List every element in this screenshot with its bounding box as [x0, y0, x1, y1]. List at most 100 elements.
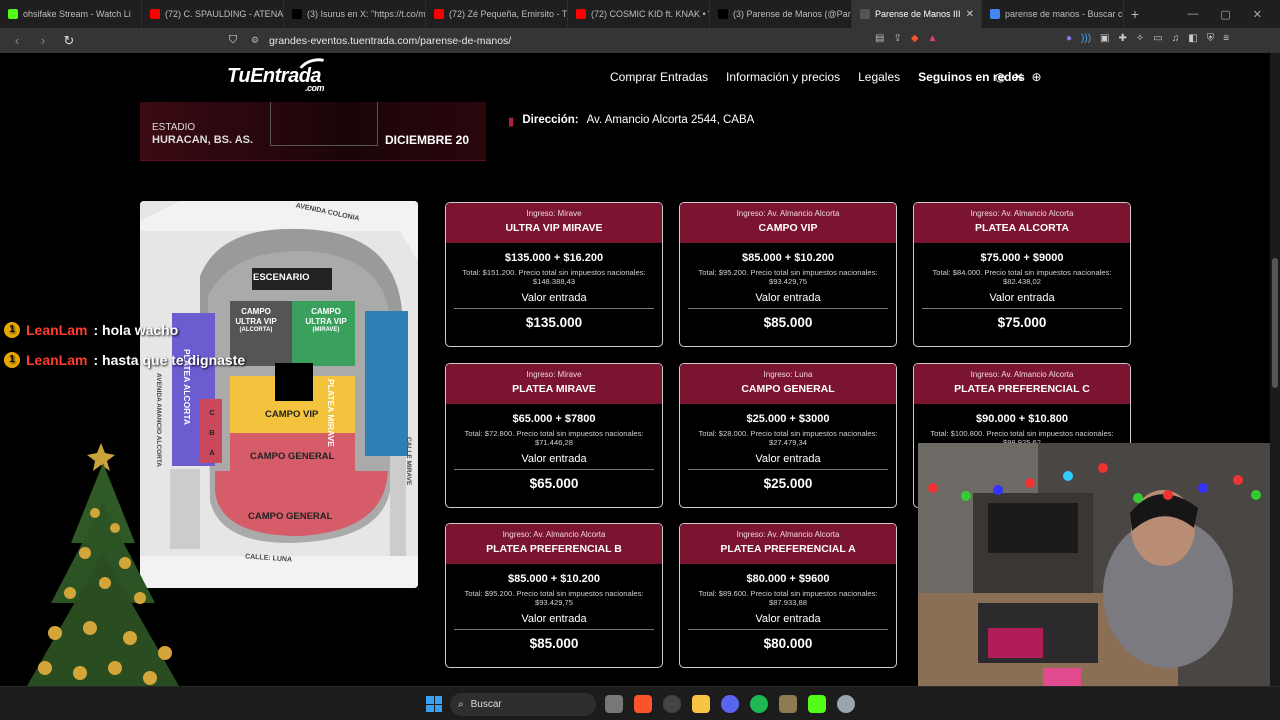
wallet-icon[interactable]: ▭ — [1153, 33, 1162, 44]
ticket-entrance: Ingreso: Av. Almancio Alcorta — [970, 209, 1074, 218]
menu-icon[interactable]: ≡ — [1223, 33, 1229, 44]
globe-icon[interactable]: ⊕ — [1032, 70, 1042, 84]
address-info: ▮ Dirección: Av. Amancio Alcorta 2544, C… — [508, 114, 754, 128]
tab-title: Parense de Manos III — [875, 9, 961, 19]
browser-tab[interactable]: ohsifake Stream - Watch Li — [0, 0, 142, 28]
puzzle-icon[interactable]: ✚ — [1119, 33, 1127, 44]
new-tab-button[interactable]: + — [1124, 6, 1146, 22]
tab-title: (3) Parense de Manos (@Pare — [733, 9, 852, 19]
browser-tab[interactable]: (3) Parense de Manos (@Pare — [710, 0, 852, 28]
webcam-scene — [918, 443, 1270, 686]
map-campo-vip[interactable]: CAMPO VIP — [265, 409, 318, 420]
map-platea-mirave[interactable]: PLATEA MIRAVE — [326, 379, 336, 447]
music-icon[interactable]: ♫ — [1172, 33, 1180, 44]
ticket-total: Total: $89.600. Precio total sin impuest… — [698, 589, 878, 608]
ticket-card[interactable]: Ingreso: Av. Almancio Alcorta PLATEA PREF… — [679, 523, 897, 668]
ticket-card-header: Ingreso: Av. Almancio Alcorta PLATEA ALCO… — [914, 203, 1130, 243]
scrollbar-thumb[interactable] — [1272, 258, 1278, 388]
forward-icon[interactable]: › — [36, 33, 50, 48]
x-twitter-icon[interactable]: ✕ — [1013, 70, 1023, 84]
reload-icon[interactable]: ↻ — [62, 33, 76, 49]
close-tab-icon[interactable]: ✕ — [966, 9, 974, 20]
ticket-total: Total: $151.200. Precio total sin impues… — [462, 268, 646, 287]
ticket-value-price: $65.000 — [529, 475, 579, 491]
nav-comprar-entradas[interactable]: Comprar Entradas — [610, 70, 708, 84]
ticket-card-header: Ingreso: Av. Almancio Alcorta CAMPO VIP — [680, 203, 896, 243]
page-scrollbar[interactable] — [1270, 53, 1280, 686]
url-field[interactable]: ⚙ grandes-eventos.tuentrada.com/parense-… — [243, 31, 963, 50]
ticket-card[interactable]: Ingreso: Av. Almancio Alcorta PLATEA PREF… — [445, 523, 663, 668]
leo-icon[interactable]: ✧ — [1136, 33, 1144, 44]
windows-start-icon[interactable] — [426, 696, 442, 712]
ticket-total: Total: $95.200. Precio total sin impuest… — [698, 268, 878, 287]
sidebar-icon[interactable]: ◧ — [1188, 33, 1197, 44]
brave-shield-icon[interactable]: ◆ — [911, 33, 919, 44]
vpn-icon[interactable]: ⛨ — [1207, 33, 1215, 44]
browser-tab[interactable]: parense de manos - Buscar co — [982, 0, 1124, 28]
maximize-icon[interactable]: ▢ — [1220, 8, 1230, 21]
discord-icon[interactable] — [721, 695, 739, 713]
label-line: (MIRAVE) — [312, 327, 340, 333]
task-view-icon[interactable] — [605, 695, 623, 713]
obs-icon[interactable] — [663, 695, 681, 713]
brave-icon[interactable] — [634, 695, 652, 713]
ticket-card[interactable]: Ingreso: Av. Almancio Alcorta PLATEA ALCO… — [913, 202, 1131, 347]
ticket-entrance: Ingreso: Av. Almancio Alcorta — [970, 370, 1074, 379]
top-navigation: Comprar Entradas Información y precios L… — [610, 70, 1025, 84]
ticket-card[interactable]: Ingreso: Luna CAMPO GENERAL $25.000 + $300… — [679, 363, 897, 508]
event-banner: ESTADIO HURACAN, BS. AS. DICIEMBRE 20 — [140, 102, 486, 161]
ticket-card[interactable]: Ingreso: Mirave PLATEA MIRAVE $65.000 + $7… — [445, 363, 663, 508]
rewards-icon[interactable]: ▲ — [928, 33, 938, 44]
nav-informacion-precios[interactable]: Información y precios — [726, 70, 840, 84]
spotify-icon[interactable] — [750, 695, 768, 713]
audio-icon[interactable]: ))) — [1081, 33, 1091, 44]
nav-legales[interactable]: Legales — [858, 70, 900, 84]
chat-username: LeanLam — [26, 352, 88, 368]
browser-tab[interactable]: (3) Isurus en X: "https://t.co/m — [284, 0, 426, 28]
minimize-icon[interactable]: — — [1187, 8, 1198, 21]
bookmark-icon[interactable]: ⛉ — [226, 34, 240, 47]
notes-icon[interactable] — [779, 695, 797, 713]
tab-favicon-icon — [8, 9, 18, 19]
settings-icon[interactable] — [837, 695, 855, 713]
ticket-card[interactable]: Ingreso: Av. Almancio Alcorta CAMPO VIP $8… — [679, 202, 897, 347]
ticket-card-header: Ingreso: Av. Almancio Alcorta PLATEA PREF… — [446, 524, 662, 564]
tab-title: (72) COSMIC KID ft. KNAK • "+ — [591, 9, 710, 19]
browser-tab[interactable]: Parense de Manos III ✕ — [852, 0, 982, 28]
back-icon[interactable]: ‹ — [10, 33, 24, 48]
map-campo-general-lower[interactable]: CAMPO GENERAL — [248, 511, 332, 522]
ticket-divider — [454, 468, 654, 470]
screenshot-icon[interactable]: ▣ — [1100, 33, 1109, 44]
ticket-value-label: Valor entrada — [989, 291, 1055, 304]
browser-tab[interactable]: (72) Zé Pequeña, Emirsito - TW — [426, 0, 568, 28]
file-explorer-icon[interactable] — [692, 695, 710, 713]
map-campo-general-upper[interactable]: CAMPO GENERAL — [250, 451, 334, 462]
section-label[interactable]: B — [206, 423, 218, 443]
ticket-value-label: Valor entrada — [755, 612, 821, 625]
section-label[interactable]: A — [206, 443, 218, 463]
section-label[interactable]: C — [206, 403, 218, 423]
ticket-total: Total: $84.000. Precio total sin impuest… — [932, 268, 1112, 287]
share-icon[interactable]: ⇪ — [893, 33, 901, 44]
reader-icon[interactable]: ▤ — [875, 33, 884, 44]
site-info-icon[interactable]: ⚙ — [251, 35, 259, 46]
ticket-entrance: Ingreso: Av. Almancio Alcorta — [502, 530, 606, 539]
tab-favicon-icon — [990, 9, 1000, 19]
taskbar-apps — [605, 695, 855, 713]
taskbar-search[interactable]: ⌕ Buscar — [450, 693, 596, 716]
ticket-value-price: $80.000 — [763, 635, 813, 651]
ticket-card-header: Ingreso: Luna CAMPO GENERAL — [680, 364, 896, 404]
extension-icon[interactable]: ● — [1066, 33, 1072, 44]
kick-icon[interactable] — [808, 695, 826, 713]
browser-tab[interactable]: (72) C. SPAULDING - ATENAS ( — [142, 0, 284, 28]
chat-message: 1 LeanLam : hasta que te dignaste — [4, 345, 245, 375]
christmas-tree-overlay — [27, 443, 179, 686]
map-ultra-vip-mirave[interactable]: CAMPO ULTRA VIP (MIRAVE) — [303, 307, 349, 335]
tuentrada-logo[interactable]: TuEntrada .com — [227, 54, 334, 93]
ticket-value-label: Valor entrada — [755, 452, 821, 465]
browser-tab[interactable]: (72) COSMIC KID ft. KNAK • "+ — [568, 0, 710, 28]
ticket-card[interactable]: Ingreso: Mirave ULTRA VIP MIRAVE $135.000 … — [445, 202, 663, 347]
close-window-icon[interactable]: ✕ — [1253, 8, 1262, 21]
address-label: Dirección: — [522, 114, 579, 126]
instagram-icon[interactable]: ◎ — [995, 70, 1005, 84]
